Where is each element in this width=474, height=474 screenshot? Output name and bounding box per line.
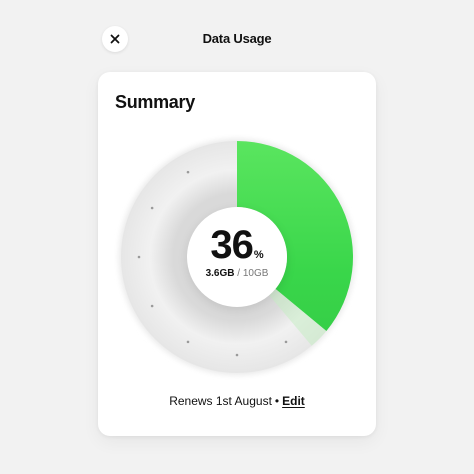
bullet-separator: • (274, 394, 280, 408)
usage-gauge: 36% 3.6GB / 10GB (114, 134, 360, 380)
usage-amount: 3.6GB / 10GB (187, 268, 287, 280)
tick-dot (186, 170, 190, 174)
percent-value: 36 (210, 223, 253, 267)
tick-dot (150, 206, 154, 210)
used-amount: 3.6GB (205, 268, 235, 279)
top-bar: Data Usage (0, 0, 474, 78)
usage-separator: / (237, 268, 241, 279)
edit-link[interactable]: Edit (282, 394, 305, 408)
card-title: Summary (115, 92, 195, 112)
page-title: Data Usage (202, 31, 272, 46)
summary-card: Summary 36% 3.6GB / 10GB Renews 1st Augu… (98, 72, 376, 436)
total-amount: 10GB (242, 268, 269, 279)
tick-dot (186, 340, 190, 344)
tick-dot (137, 255, 141, 259)
percent-unit: % (253, 249, 264, 261)
renewal-text: Renews 1st August (169, 394, 272, 408)
renewal-info: Renews 1st August • Edit (98, 394, 376, 408)
tick-dot (150, 304, 154, 308)
tick-dot (235, 353, 239, 357)
gauge-center: 36% 3.6GB / 10GB (187, 207, 287, 307)
tick-dot (284, 340, 288, 344)
